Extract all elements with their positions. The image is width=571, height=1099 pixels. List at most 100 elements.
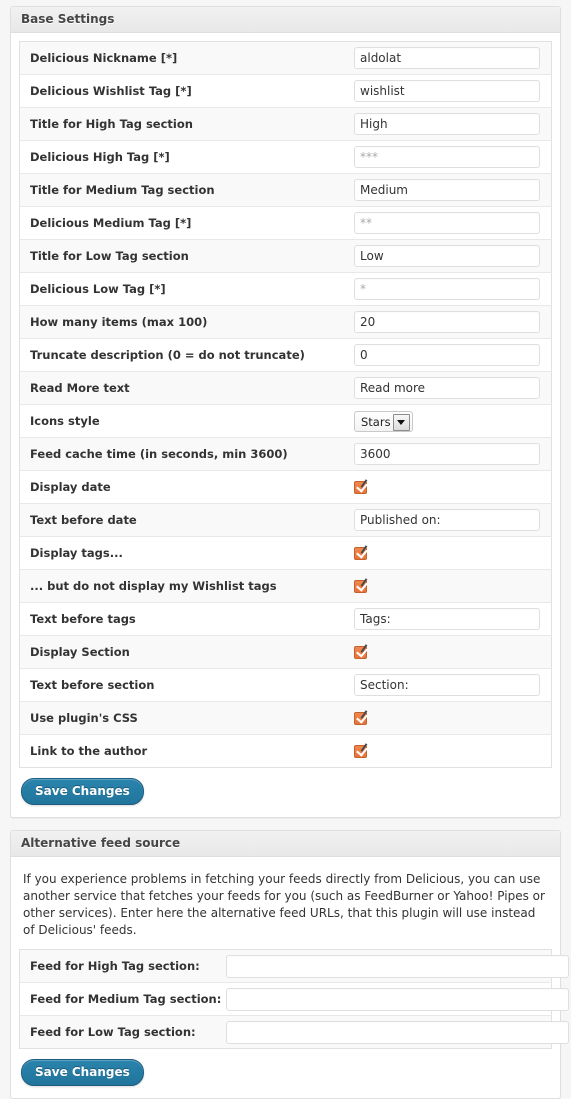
table-row: Feed for High Tag section: (19, 949, 569, 983)
setting-label-truncate-description-0-do-not-truncate: Truncate description (0 = do not truncat… (19, 338, 350, 372)
setting-field-cell (350, 470, 552, 504)
feed-field-cell (222, 949, 569, 983)
input-delicious-wishlist-tag[interactable] (354, 80, 540, 102)
save-changes-button-feed[interactable]: Save Changes (21, 1059, 144, 1086)
input-feed-for-low-tag-section[interactable] (226, 1020, 569, 1044)
table-row: Icons style Stars (19, 404, 552, 438)
setting-label-delicious-medium-tag: Delicious Medium Tag [*] (19, 206, 350, 240)
setting-label-delicious-wishlist-tag: Delicious Wishlist Tag [*] (19, 74, 350, 108)
input-title-for-medium-tag-section[interactable] (354, 179, 540, 201)
settings-page: Base Settings Delicious Nickname [*]Deli… (0, 0, 571, 1099)
base-settings-table: Delicious Nickname [*]Delicious Wishlist… (19, 41, 552, 768)
setting-label-feed-cache-time-in-seconds-min-3600: Feed cache time (in seconds, min 3600) (19, 437, 350, 471)
base-settings-submit-row: Save Changes (19, 768, 552, 809)
table-row: Delicious High Tag [*] (19, 140, 552, 174)
check-icon (360, 578, 368, 587)
setting-label-title-for-high-tag-section: Title for High Tag section (19, 107, 350, 141)
table-row: Display tags... (19, 536, 552, 570)
select-value-label: Stars (361, 414, 391, 429)
setting-field-cell: Stars (350, 404, 552, 438)
table-row: Text before section (19, 668, 552, 702)
setting-label-delicious-nickname: Delicious Nickname [*] (19, 41, 350, 75)
setting-label-text-before-tags: Text before tags (19, 602, 350, 636)
feed-label-feed-for-low-tag-section: Feed for Low Tag section: (30, 1025, 196, 1039)
table-row: Title for Low Tag section (19, 239, 552, 273)
input-feed-cache-time-in-seconds-min-3600[interactable] (354, 443, 540, 465)
setting-field-cell (350, 74, 552, 108)
table-row: Display date (19, 470, 552, 504)
table-row: Use plugin's CSS (19, 701, 552, 735)
alternative-feed-table: Feed for High Tag section: Feed for Mediu… (19, 949, 569, 1049)
table-row: Feed for Medium Tag section: (19, 982, 569, 1016)
checkbox-display-section[interactable] (354, 644, 368, 659)
table-row: Read More text (19, 371, 552, 405)
input-read-more-text[interactable] (354, 377, 540, 399)
alternative-feed-panel-title: Alternative feed source (11, 831, 560, 857)
input-feed-for-medium-tag-section[interactable] (226, 987, 569, 1011)
alternative-feed-submit-row: Save Changes (19, 1049, 552, 1090)
feed-field-cell (222, 982, 569, 1016)
input-delicious-medium-tag[interactable] (354, 212, 540, 234)
table-row: How many items (max 100) (19, 305, 552, 339)
table-row: Delicious Low Tag [*] (19, 272, 552, 306)
check-icon (360, 644, 368, 653)
setting-label-display-tags: Display tags... (19, 536, 350, 570)
alternative-feed-panel: Alternative feed source If you experienc… (10, 830, 569, 1099)
feed-field-cell (222, 1016, 569, 1049)
setting-field-cell (350, 338, 552, 372)
setting-field-cell (350, 107, 552, 141)
input-delicious-nickname[interactable] (354, 47, 540, 69)
setting-field-cell (350, 41, 552, 75)
setting-field-cell (350, 635, 552, 669)
setting-label-delicious-low-tag: Delicious Low Tag [*] (19, 272, 350, 306)
setting-label-how-many-items-max-100: How many items (max 100) (19, 305, 350, 339)
input-title-for-high-tag-section[interactable] (354, 113, 540, 135)
setting-label-text-before-date: Text before date (19, 503, 350, 537)
check-icon (360, 743, 368, 752)
save-changes-button-base[interactable]: Save Changes (21, 778, 144, 805)
table-row: Text before tags (19, 602, 552, 636)
alternative-feed-description: If you experience problems in fetching y… (23, 872, 545, 937)
check-icon (360, 479, 368, 488)
select-icons-style[interactable]: Stars (354, 410, 413, 432)
setting-field-cell (350, 272, 552, 306)
input-truncate-description-0-do-not-truncate[interactable] (354, 344, 540, 366)
setting-field-cell (350, 503, 552, 537)
setting-label-display-section: Display Section (19, 635, 350, 669)
setting-field-cell (350, 206, 552, 240)
table-row: Feed cache time (in seconds, min 3600) (19, 437, 552, 471)
feed-label-feed-for-medium-tag-section: Feed for Medium Tag section: (19, 982, 222, 1016)
setting-field-cell (350, 140, 552, 174)
setting-label-display-date: Display date (19, 470, 350, 504)
setting-field-cell (350, 735, 552, 768)
input-delicious-low-tag[interactable] (354, 278, 540, 300)
checkbox-link-to-the-author[interactable] (354, 743, 368, 758)
check-icon (360, 710, 368, 719)
table-row: Delicious Wishlist Tag [*] (19, 74, 552, 108)
setting-label-link-to-the-author: Link to the author (30, 744, 148, 758)
checkbox-display-tags[interactable] (354, 545, 368, 560)
input-text-before-section[interactable] (354, 674, 540, 696)
input-feed-for-high-tag-section[interactable] (226, 954, 569, 978)
table-row: Feed for Low Tag section: (19, 1015, 569, 1049)
table-row: Link to the author (19, 734, 552, 768)
table-row: Text before date (19, 503, 552, 537)
input-text-before-date[interactable] (354, 509, 540, 531)
setting-field-cell (350, 602, 552, 636)
input-text-before-tags[interactable] (354, 608, 540, 630)
setting-label-but-do-not-display-my-wishlist-tags: ... but do not display my Wishlist tags (19, 569, 350, 603)
input-title-for-low-tag-section[interactable] (354, 245, 540, 267)
checkbox-but-do-not-display-my-wishlist-tags[interactable] (354, 578, 368, 593)
table-row: Delicious Medium Tag [*] (19, 206, 552, 240)
checkbox-use-plugin-s-css[interactable] (354, 710, 368, 725)
checkbox-display-date[interactable] (354, 479, 368, 494)
input-how-many-items-max-100[interactable] (354, 311, 540, 333)
setting-field-cell (350, 668, 552, 702)
setting-label-text-before-section: Text before section (19, 668, 350, 702)
chevron-down-icon[interactable] (392, 413, 410, 431)
setting-field-cell (350, 536, 552, 570)
setting-field-cell (350, 437, 552, 471)
input-delicious-high-tag[interactable] (354, 146, 540, 168)
table-row: Delicious Nickname [*] (19, 41, 552, 75)
table-row: Truncate description (0 = do not truncat… (19, 338, 552, 372)
